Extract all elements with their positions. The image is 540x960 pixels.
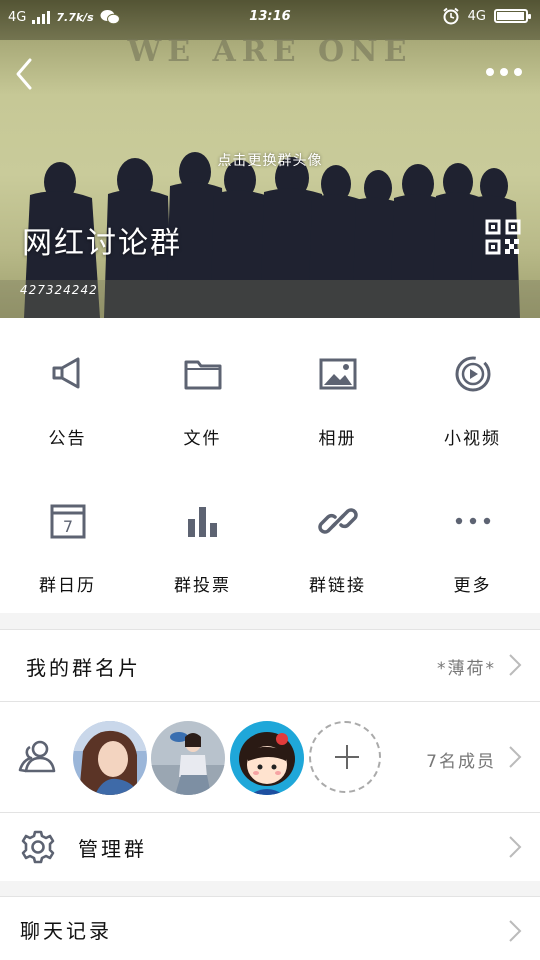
feature-label: 公告 (48, 429, 87, 449)
dot (486, 68, 494, 76)
gear-icon (21, 830, 55, 864)
dot (514, 68, 522, 76)
status-bar: 4G 7.7k/s 13:16 4G (0, 0, 540, 34)
folder-icon (184, 360, 221, 390)
member-count: 7名成员 (426, 752, 496, 772)
feature-album[interactable]: 相册 (270, 318, 405, 465)
battery-icon (494, 9, 531, 23)
member-avatar[interactable] (230, 721, 304, 795)
feature-vote[interactable]: 群投票 (135, 465, 270, 613)
feature-label: 小视频 (444, 429, 501, 449)
more-dots-icon (455, 517, 490, 525)
manage-group-label: 管理群 (78, 837, 147, 861)
member-avatar-image (151, 721, 225, 795)
feature-announcement[interactable]: 公告 (0, 318, 135, 465)
video-icon (455, 356, 490, 392)
feature-short-video[interactable]: 小视频 (405, 318, 540, 465)
group-name: 网红讨论群 (22, 226, 182, 261)
feature-grid: 公告 文件 相册 小视频 7 群日历 群投票 群链接 更多 (0, 318, 540, 613)
bar-chart-icon (187, 507, 217, 537)
megaphone-icon (52, 357, 79, 389)
change-group-avatar-link[interactable]: 点击更换群头像 (0, 150, 540, 170)
cover-motto: WE ARE ONE (127, 34, 413, 69)
calendar-day: 7 (62, 517, 72, 536)
feature-files[interactable]: 文件 (135, 318, 270, 465)
chevron-right-icon (509, 836, 522, 858)
feature-label: 文件 (183, 429, 222, 449)
feature-calendar[interactable]: 7 群日历 (0, 465, 135, 613)
my-group-card-label: 我的群名片 (26, 656, 141, 680)
feature-more[interactable]: 更多 (405, 465, 540, 613)
my-group-card-row[interactable]: 我的群名片 *薄荷* (0, 630, 540, 701)
more-options-button[interactable] (486, 64, 526, 80)
chevron-right-icon (509, 920, 522, 942)
member-avatar[interactable] (73, 721, 147, 795)
chevron-right-icon (509, 746, 522, 768)
back-arrow-icon[interactable] (10, 54, 40, 94)
member-avatar-image (230, 721, 304, 795)
feature-label: 群日历 (39, 576, 96, 596)
manage-group-row[interactable]: 管理群 (0, 813, 540, 881)
alarm-icon (443, 7, 459, 25)
qr-code-icon[interactable] (485, 219, 521, 255)
dot (500, 68, 508, 76)
feature-label: 相册 (318, 429, 357, 449)
my-group-card-value: *薄荷* (437, 659, 496, 679)
member-avatar-image (73, 721, 147, 795)
group-cover-banner[interactable]: WE ARE ONE 点击更换群头像 网红讨论群 427324242 (0, 0, 540, 318)
feature-label: 更多 (453, 576, 492, 596)
add-member-button[interactable] (309, 721, 381, 793)
feature-label: 群投票 (174, 576, 231, 596)
feature-link[interactable]: 群链接 (270, 465, 405, 613)
group-id: 427324242 (20, 283, 98, 297)
members-icon (18, 740, 56, 773)
chat-history-label: 聊天记录 (20, 919, 112, 943)
members-row[interactable]: 7名成员 (0, 702, 540, 812)
calendar-icon: 7 (50, 504, 85, 539)
member-avatar[interactable] (151, 721, 225, 795)
feature-label: 群链接 (309, 576, 366, 596)
chevron-right-icon (509, 654, 522, 676)
link-icon (317, 508, 358, 534)
network-type-right: 4G (467, 8, 486, 24)
photo-album-icon (319, 358, 356, 390)
chat-history-row[interactable]: 聊天记录 (0, 897, 540, 960)
